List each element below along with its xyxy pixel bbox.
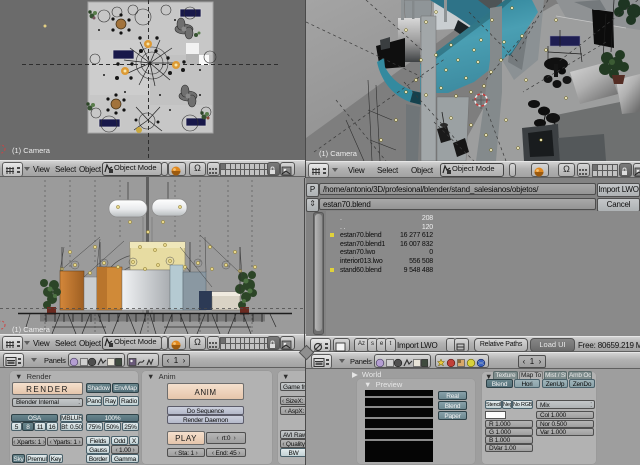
- svg-text:(1) Camera: (1) Camera: [12, 325, 51, 334]
- svg-text:(1) Camera: (1) Camera: [319, 149, 358, 158]
- svg-text:(1) Camera: (1) Camera: [12, 146, 51, 155]
